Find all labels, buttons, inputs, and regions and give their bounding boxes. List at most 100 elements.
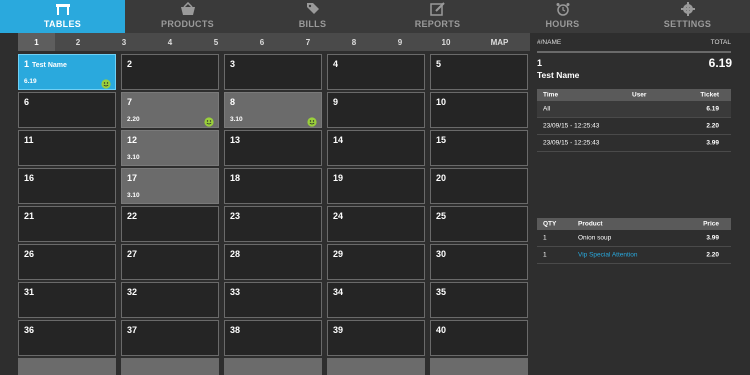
table-number: 8: [230, 97, 236, 107]
table-number: 30: [436, 249, 447, 259]
table-cell[interactable]: 2: [121, 54, 219, 90]
table-cell[interactable]: 14: [327, 130, 425, 166]
table-cell[interactable]: 26: [18, 244, 116, 280]
page-button[interactable]: 5: [193, 33, 239, 51]
table-cell[interactable]: 15: [430, 130, 528, 166]
table-number: 36: [24, 325, 35, 335]
table-cell[interactable]: 18: [224, 168, 322, 204]
ticket-row[interactable]: 23/09/15 - 12:25:43 3.99: [537, 135, 731, 152]
table-number: 3: [230, 59, 236, 69]
table-cell[interactable]: 27: [121, 244, 219, 280]
table-cell[interactable]: 36: [18, 320, 116, 356]
table-icon: [55, 4, 70, 15]
ticket-amount: 2.20: [706, 122, 719, 130]
table-cell[interactable]: 19: [327, 168, 425, 204]
table-cell[interactable]: 38: [224, 320, 322, 356]
table-cell[interactable]: 29: [327, 244, 425, 280]
table-cell[interactable]: 21: [18, 206, 116, 242]
table-number: 39: [333, 325, 344, 335]
table-number: 38: [230, 325, 241, 335]
table-cell[interactable]: 35: [430, 282, 528, 318]
selected-table-number: 1: [537, 58, 543, 68]
tab-products[interactable]: PRODUCTS: [125, 0, 250, 33]
page-button[interactable]: 2: [55, 33, 101, 51]
table-cell[interactable]: 12 3.10: [121, 130, 219, 166]
table-number: 40: [436, 325, 447, 335]
table-cell[interactable]: 8 3.10: [224, 92, 322, 128]
table-cell[interactable]: 22: [121, 206, 219, 242]
table-cell[interactable]: 9: [327, 92, 425, 128]
page-button[interactable]: 9: [377, 33, 423, 51]
table-cell[interactable]: 13: [224, 130, 322, 166]
table-cell[interactable]: 20: [430, 168, 528, 204]
tab-reports[interactable]: REPORTS: [375, 0, 500, 33]
tab-bills[interactable]: BILLS: [250, 0, 375, 33]
tab-hours[interactable]: HOURS: [500, 0, 625, 33]
product-row[interactable]: 1 Onion soup 3.99: [537, 230, 731, 247]
table-cell[interactable]: 24: [327, 206, 425, 242]
table-cell[interactable]: 10: [430, 92, 528, 128]
ticket-row[interactable]: 23/09/15 - 12:25:43 2.20: [537, 118, 731, 135]
col-product: Product: [578, 220, 603, 228]
table-cell[interactable]: 25: [430, 206, 528, 242]
table-number: 28: [230, 249, 241, 259]
page-button[interactable]: 4: [147, 33, 193, 51]
table-cell[interactable]: 28: [224, 244, 322, 280]
table-cell[interactable]: 11: [18, 130, 116, 166]
smiley-icon: [307, 114, 317, 127]
tab-label: SETTINGS: [663, 19, 712, 29]
table-cell-partial[interactable]: [224, 358, 322, 375]
table-cell-partial[interactable]: [18, 358, 116, 375]
table-number: 32: [127, 287, 138, 297]
page-button[interactable]: 6: [239, 33, 285, 51]
product-qty: 1: [543, 234, 547, 242]
table-cell-partial[interactable]: [327, 358, 425, 375]
table-cell[interactable]: 37: [121, 320, 219, 356]
col-user: User: [632, 91, 647, 99]
smiley-icon: [101, 76, 111, 89]
product-qty: 1: [543, 251, 547, 259]
tab-label: PRODUCTS: [161, 19, 214, 29]
table-cell[interactable]: 32: [121, 282, 219, 318]
tags-icon: [306, 3, 319, 14]
table-cell[interactable]: 31: [18, 282, 116, 318]
table-cell[interactable]: 23: [224, 206, 322, 242]
table-cell-partial[interactable]: [430, 358, 528, 375]
detail-header: #/NAME TOTAL: [537, 37, 731, 51]
table-number: 19: [333, 173, 344, 183]
product-row[interactable]: 1 Vip Special Attention 2.20: [537, 247, 731, 264]
table-cell[interactable]: 33: [224, 282, 322, 318]
product-name-link[interactable]: Vip Special Attention: [578, 252, 638, 259]
col-time: Time: [543, 91, 559, 99]
page-map-button[interactable]: MAP: [469, 33, 530, 51]
tables-grid: 1 Test Name 6.19 2 3 4 5 6 7 2.20 8 3.10 9 10 11 12 3.10…: [18, 54, 532, 375]
page-button[interactable]: 7: [285, 33, 331, 51]
table-number: 1 Test Name: [24, 59, 67, 69]
page-button[interactable]: 10: [423, 33, 469, 51]
page-button[interactable]: 8: [331, 33, 377, 51]
table-amount: 3.10: [127, 192, 140, 199]
ticket-row[interactable]: All 6.19: [537, 101, 731, 118]
page-button[interactable]: 1: [18, 33, 55, 51]
table-cell[interactable]: 34: [327, 282, 425, 318]
table-cell-partial[interactable]: [121, 358, 219, 375]
table-cell[interactable]: 1 Test Name 6.19: [18, 54, 116, 90]
table-cell[interactable]: 39: [327, 320, 425, 356]
tab-tables[interactable]: TABLES: [0, 0, 125, 33]
table-cell[interactable]: 5: [430, 54, 528, 90]
table-cell[interactable]: 30: [430, 244, 528, 280]
table-number: 23: [230, 211, 241, 221]
table-cell[interactable]: 17 3.10: [121, 168, 219, 204]
page-button[interactable]: 3: [101, 33, 147, 51]
table-cell[interactable]: 6: [18, 92, 116, 128]
table-cell[interactable]: 4: [327, 54, 425, 90]
col-ticket: Ticket: [700, 91, 719, 99]
table-cell[interactable]: 3: [224, 54, 322, 90]
table-number: 24: [333, 211, 344, 221]
table-cell[interactable]: 16: [18, 168, 116, 204]
table-cell[interactable]: 7 2.20: [121, 92, 219, 128]
page-selector: 1 2 3 4 5 6 7 8 9 10 MAP: [18, 33, 530, 51]
edit-report-icon: [429, 2, 445, 16]
table-cell[interactable]: 40: [430, 320, 528, 356]
tab-settings[interactable]: SETTINGS: [625, 0, 750, 33]
